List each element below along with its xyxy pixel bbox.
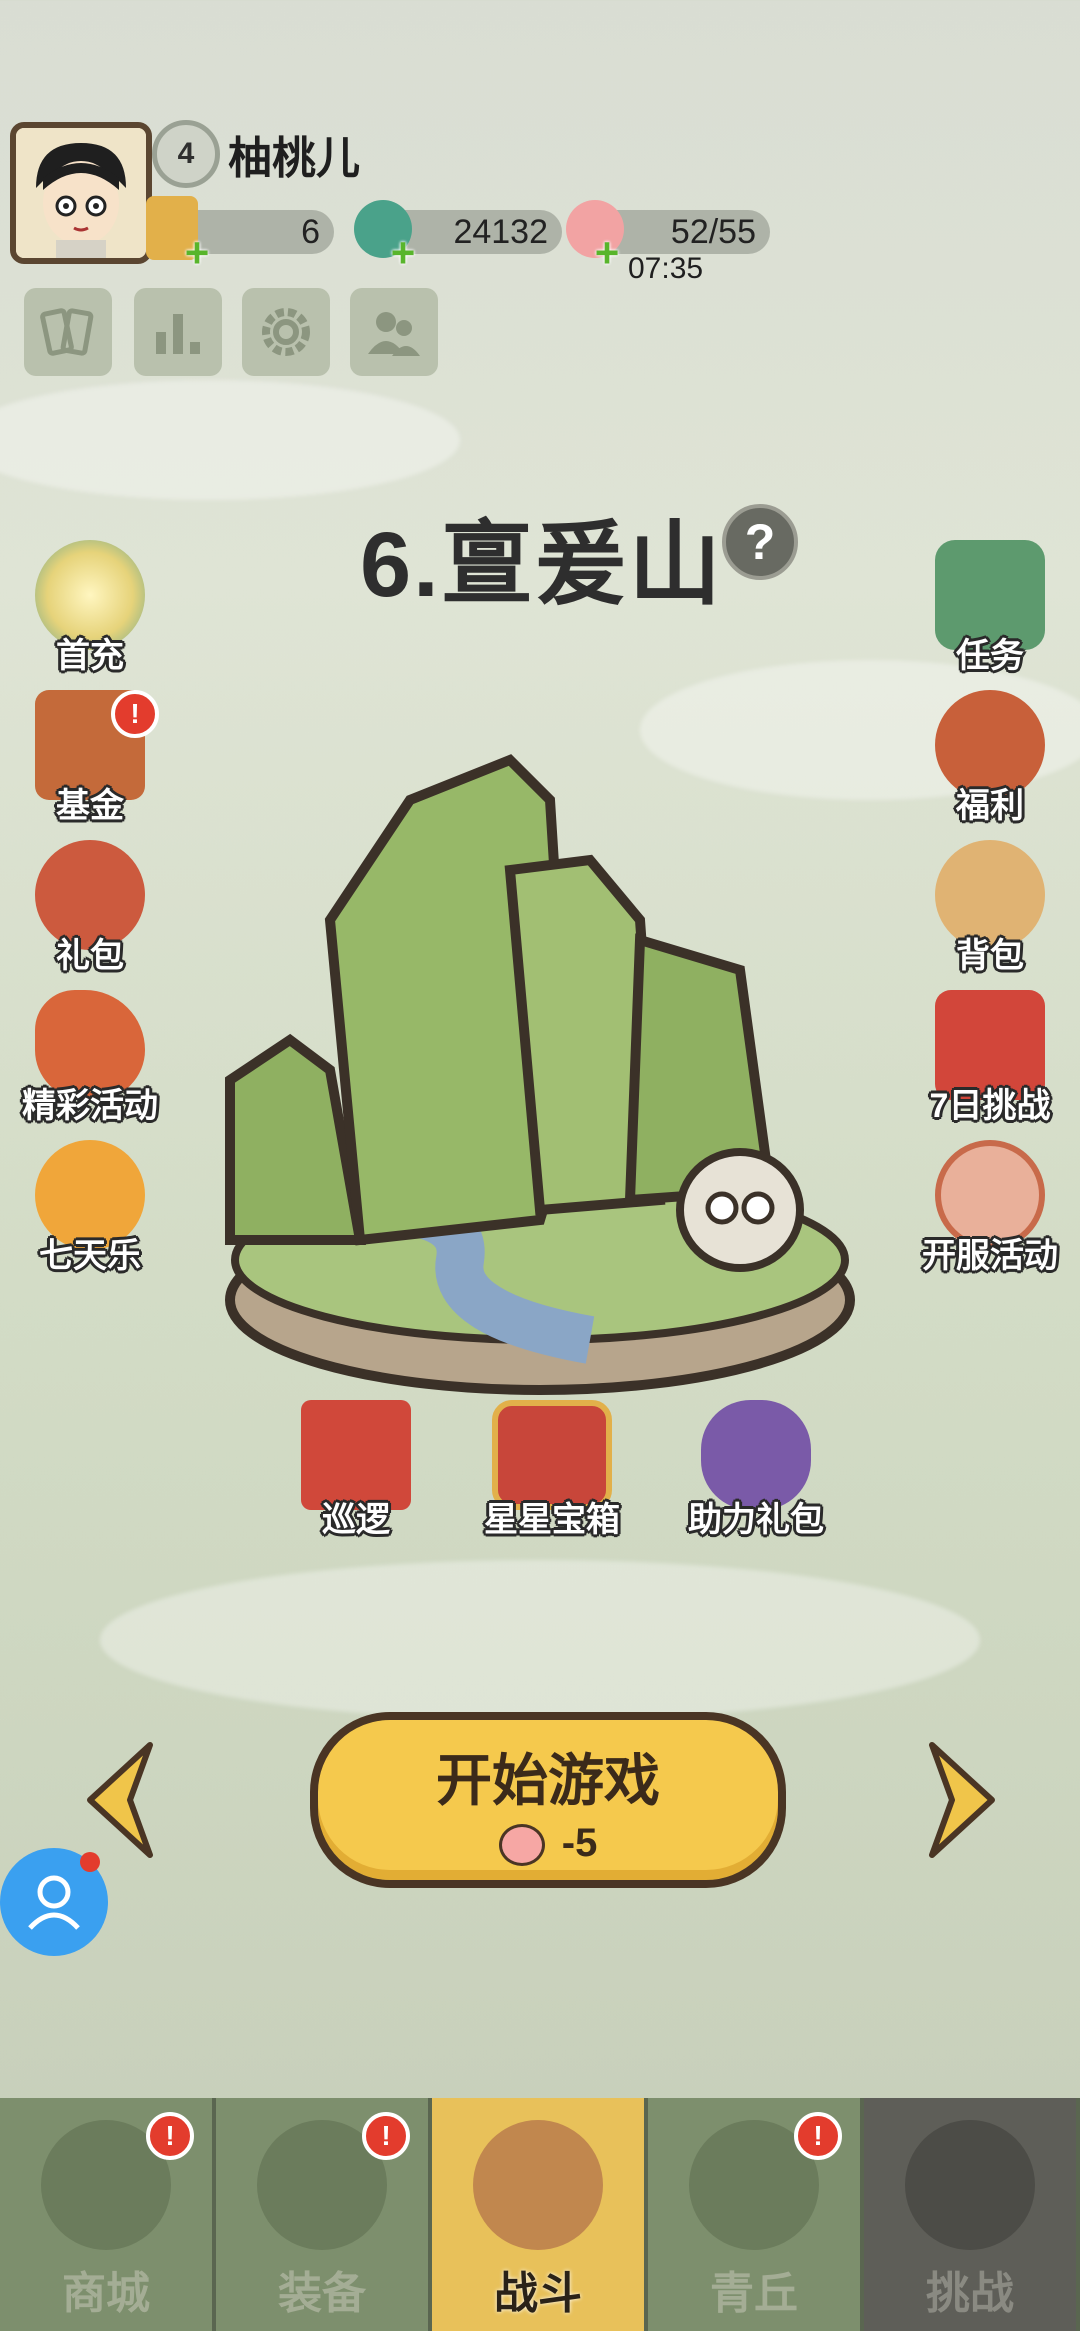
- user-center-button[interactable]: [0, 1848, 108, 1956]
- tab-qingqiu[interactable]: ! 青丘: [648, 2098, 864, 2331]
- player-level-badge: 4: [152, 120, 220, 188]
- bottom-navigation: ! 商城 ! 装备 战斗 ! 青丘 挑战: [0, 2098, 1080, 2331]
- mist-cloud: [0, 380, 460, 500]
- action-label: 星星宝箱: [484, 1501, 620, 1539]
- menu-label: 精彩活动: [22, 1087, 158, 1125]
- settings-gear-icon: [262, 308, 310, 356]
- friends-icon: [368, 312, 420, 356]
- jade-value: 24132: [453, 212, 548, 251]
- menu-welfare[interactable]: 福利: [910, 690, 1070, 827]
- patrol-button[interactable]: 巡逻: [266, 1400, 446, 1541]
- menu-backpack[interactable]: 背包: [910, 840, 1070, 977]
- boost-gift-button[interactable]: 助力礼包: [666, 1400, 846, 1541]
- tab-battle[interactable]: 战斗: [432, 2098, 648, 2331]
- menu-label: 开服活动: [922, 1237, 1058, 1275]
- avatar-portrait-icon: [16, 128, 146, 258]
- settings-button[interactable]: [242, 288, 330, 376]
- stage-title: 6.亶爰山: [360, 514, 723, 616]
- next-stage-arrow-icon[interactable]: [922, 1740, 1002, 1860]
- menu-seven-day[interactable]: 七天乐: [10, 1140, 170, 1277]
- menu-label: 首充: [56, 637, 124, 675]
- menu-label: 礼包: [56, 937, 124, 975]
- menu-events[interactable]: 精彩活动: [10, 990, 170, 1127]
- tab-equipment[interactable]: ! 装备: [216, 2098, 432, 2331]
- help-icon[interactable]: ?: [722, 504, 798, 580]
- crossed-swords-icon: [473, 2120, 603, 2250]
- menu-seven-day-challenge[interactable]: 7日挑战: [910, 990, 1070, 1127]
- alert-badge: !: [146, 2112, 194, 2160]
- cards-icon: [40, 308, 94, 356]
- add-jade-button[interactable]: +: [388, 232, 418, 274]
- cards-button[interactable]: [24, 288, 112, 376]
- menu-first-recharge[interactable]: 首充: [10, 540, 170, 677]
- menu-server-open-event[interactable]: 开服活动: [910, 1140, 1070, 1277]
- ranking-button[interactable]: [134, 288, 222, 376]
- challenge-orb-icon: [905, 2120, 1035, 2250]
- menu-label: 基金: [56, 787, 124, 825]
- menu-label: 福利: [956, 787, 1024, 825]
- alert-badge: !: [362, 2112, 410, 2160]
- alert-badge: !: [111, 690, 159, 738]
- menu-fund[interactable]: ! 基金: [10, 690, 170, 827]
- tab-label: 商城: [62, 2269, 150, 2318]
- mist-cloud: [100, 1560, 980, 1720]
- start-cost: -5: [318, 1821, 778, 1867]
- menu-label: 背包: [956, 937, 1024, 975]
- menu-label: 任务: [956, 637, 1024, 675]
- stage-island-illustration: [225, 754, 855, 1395]
- notification-dot: [80, 1852, 100, 1872]
- action-label: 助力礼包: [688, 1501, 824, 1539]
- menu-label: 七天乐: [39, 1237, 141, 1275]
- player-avatar[interactable]: [10, 122, 152, 264]
- tab-challenge[interactable]: 挑战: [864, 2098, 1080, 2331]
- tab-label: 战斗: [494, 2269, 582, 2318]
- start-game-label: 开始游戏: [436, 1749, 660, 1812]
- add-stamina-button[interactable]: +: [592, 232, 622, 274]
- start-cost-value: -5: [561, 1821, 598, 1865]
- previous-stage-arrow-icon[interactable]: [80, 1740, 160, 1860]
- tab-label: 装备: [278, 2269, 366, 2318]
- stamina-value: 52/55: [670, 212, 756, 251]
- star-chest-button[interactable]: 星星宝箱: [462, 1400, 642, 1541]
- action-label: 巡逻: [322, 1501, 390, 1539]
- alert-badge: !: [794, 2112, 842, 2160]
- friends-button[interactable]: [350, 288, 438, 376]
- stamina-timer: 07:35: [628, 252, 704, 285]
- menu-label: 7日挑战: [929, 1087, 1051, 1125]
- add-ticket-button[interactable]: +: [182, 232, 212, 274]
- player-name: 柚桃儿: [228, 134, 360, 183]
- menu-gift-pack[interactable]: 礼包: [10, 840, 170, 977]
- tab-label: 青丘: [710, 2269, 798, 2318]
- ticket-value: 6: [301, 212, 320, 251]
- tab-label: 挑战: [926, 2269, 1014, 2318]
- tab-shop[interactable]: ! 商城: [0, 2098, 216, 2331]
- peach-cost-icon: [498, 1824, 545, 1867]
- menu-tasks[interactable]: 任务: [910, 540, 1070, 677]
- start-game-button[interactable]: 开始游戏 -5: [310, 1712, 786, 1888]
- ranking-icon: [156, 314, 200, 354]
